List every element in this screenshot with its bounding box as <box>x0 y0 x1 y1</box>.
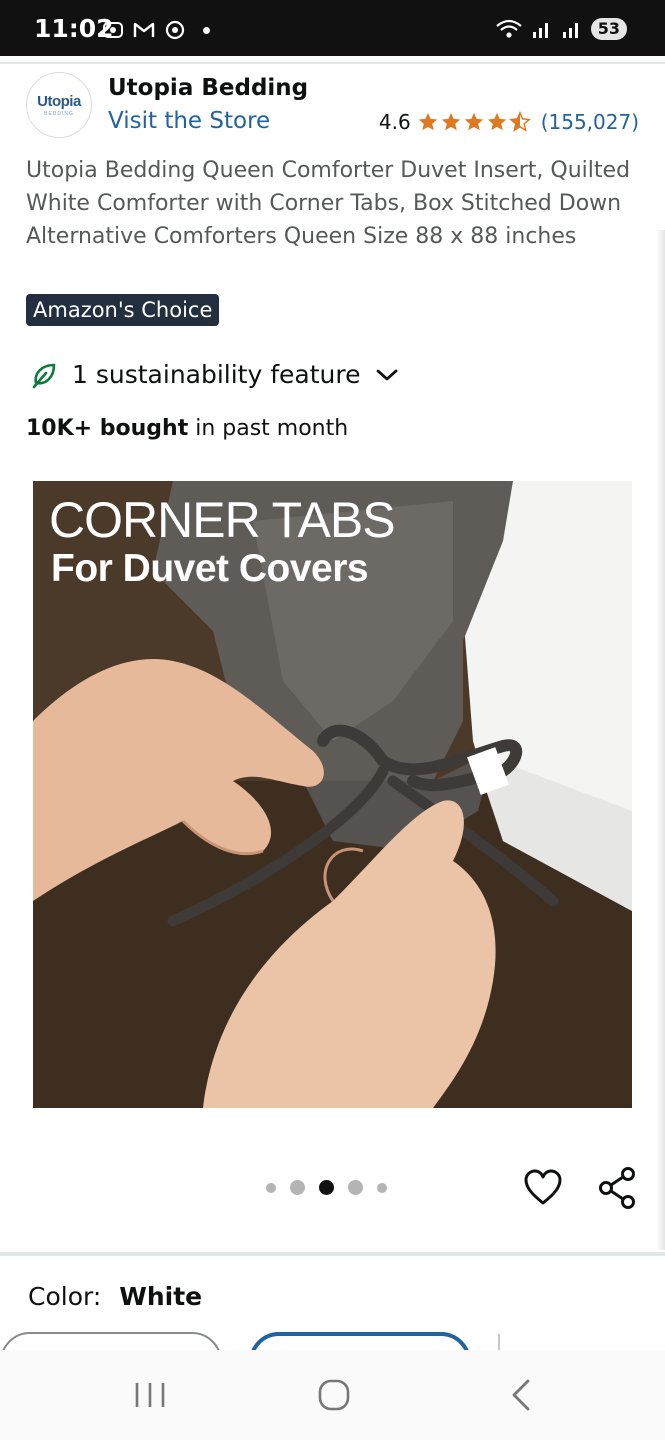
star-full-icon <box>464 112 483 131</box>
rating-count-link[interactable]: (155,027) <box>541 110 639 134</box>
carousel-dot-active[interactable] <box>319 1180 334 1195</box>
battery-indicator: 53 <box>590 18 627 40</box>
store-name: Utopia Bedding <box>108 75 309 101</box>
sustainability-label: 1 sustainability feature <box>72 360 361 389</box>
bought-suffix: in past month <box>188 416 349 441</box>
leaf-icon <box>32 363 56 388</box>
carousel-dot[interactable] <box>348 1180 363 1195</box>
screenshot-icon <box>103 22 123 38</box>
share-icon[interactable] <box>597 1166 637 1210</box>
star-full-icon <box>487 112 506 131</box>
bought-in-past-month: 10K+ bought in past month <box>26 416 348 441</box>
star-full-icon <box>418 112 437 131</box>
side-panel-edge <box>656 230 665 1250</box>
heart-icon[interactable] <box>523 1168 563 1208</box>
rating-value: 4.6 <box>378 110 411 134</box>
star-full-icon <box>441 112 460 131</box>
wifi-icon <box>496 19 522 38</box>
amazons-choice-badge[interactable]: Amazon's Choice <box>26 294 220 326</box>
back-icon[interactable] <box>502 1378 542 1412</box>
signal-2-icon <box>562 23 578 38</box>
header-divider <box>0 62 665 64</box>
home-icon[interactable] <box>314 1378 354 1412</box>
signal-1-icon <box>532 23 548 38</box>
system-icons: 53 <box>495 18 627 40</box>
carousel-dot[interactable] <box>290 1180 305 1195</box>
color-label: Color: <box>28 1282 102 1311</box>
hero-headline: CORNER TABS <box>49 492 396 548</box>
color-selection: Color: White <box>28 1282 202 1311</box>
carousel-dot[interactable] <box>377 1182 387 1193</box>
notification-icons <box>102 20 210 40</box>
section-divider <box>0 1252 665 1256</box>
chrome-icon <box>165 20 185 40</box>
visit-store-link[interactable]: Visit the Store <box>108 108 270 134</box>
star-half-icon <box>508 111 531 132</box>
gmail-icon <box>133 22 155 37</box>
carousel-dot[interactable] <box>266 1182 276 1193</box>
status-bar: 11:02 53 <box>0 0 665 56</box>
recents-icon[interactable] <box>130 1378 170 1412</box>
hero-subheadline: For Duvet Covers <box>51 547 369 590</box>
color-value: White <box>119 1282 203 1311</box>
carousel-indicators[interactable] <box>266 1180 387 1195</box>
rating-summary[interactable]: 4.6 (155,027) <box>379 110 639 134</box>
store-logo-subtext: BEDDING <box>44 111 74 117</box>
store-logo[interactable]: Utopia BEDDING <box>26 72 92 138</box>
more-notifications-icon <box>203 26 210 34</box>
product-image[interactable]: CORNER TABS For Duvet Covers <box>33 481 632 1108</box>
system-navigation-bar <box>0 1350 665 1440</box>
store-logo-text: Utopia <box>37 93 81 110</box>
rating-stars <box>417 111 531 133</box>
sustainability-feature-toggle[interactable]: 1 sustainability feature <box>30 360 399 389</box>
bought-count: 10K+ bought <box>26 416 189 441</box>
product-title: Utopia Bedding Queen Comforter Duvet Ins… <box>26 158 631 249</box>
chevron-down-icon <box>376 369 397 380</box>
